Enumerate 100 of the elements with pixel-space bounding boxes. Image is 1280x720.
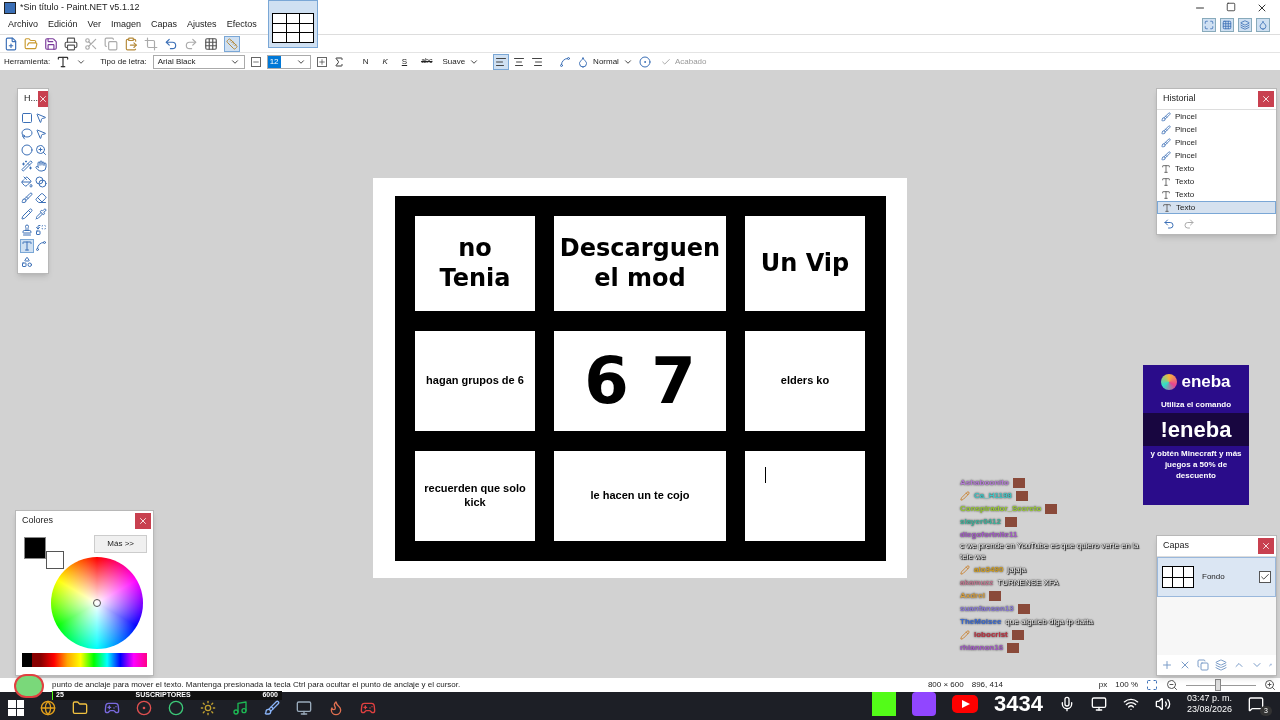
chat-username: diegofortnite11: [960, 529, 1018, 540]
handwritten-text: 6 7: [584, 342, 696, 420]
alignment-button[interactable]: [493, 53, 510, 70]
emote-icon: [1015, 490, 1028, 501]
close-button[interactable]: [1258, 91, 1274, 107]
font-dropdown[interactable]: Arial Black: [152, 54, 245, 69]
tool-button[interactable]: [20, 191, 34, 205]
history-item[interactable]: Pincel: [1157, 136, 1276, 149]
image-tab[interactable]: [268, 0, 318, 48]
ad-text: Utiliza el comando: [1160, 398, 1232, 411]
tool-button[interactable]: [20, 207, 34, 221]
hand-icon: [35, 160, 47, 172]
color-palette[interactable]: [22, 653, 147, 667]
tool-button[interactable]: [20, 143, 34, 157]
history-label: Texto: [1175, 188, 1195, 201]
tool-button[interactable]: [20, 127, 34, 141]
tool-button[interactable]: [20, 175, 34, 189]
taskbar-app-button[interactable]: [200, 700, 216, 716]
antialias-dropdown[interactable]: Suave: [442, 55, 480, 68]
history-item[interactable]: Texto: [1157, 188, 1276, 201]
secondary-color-swatch[interactable]: [46, 551, 64, 569]
layer-row[interactable]: Fondo: [1157, 557, 1276, 597]
redo-icon: [1183, 218, 1195, 230]
history-item[interactable]: Pincel: [1157, 149, 1276, 162]
taskbar-app-button[interactable]: [104, 700, 120, 716]
history-label: Texto: [1175, 175, 1195, 188]
taskbar-app-button[interactable]: [232, 700, 248, 716]
browser-icon: [40, 700, 56, 716]
start-icon[interactable]: [8, 700, 24, 716]
bold-button[interactable]: N: [358, 55, 373, 68]
chat-message: que alguieb diga tp datta: [1005, 616, 1093, 627]
blend-mode-dropdown[interactable]: Normal: [577, 55, 633, 68]
panel-toggle-button[interactable]: [1238, 18, 1252, 32]
taskbar-app-button[interactable]: [264, 700, 280, 716]
more-button[interactable]: Más >>: [94, 535, 147, 553]
notifications-icon: [1248, 696, 1264, 712]
font-size-field[interactable]: 12: [266, 54, 311, 69]
menu-item[interactable]: Efectos: [222, 18, 261, 32]
tool-button[interactable]: [34, 143, 48, 157]
clock-time: 03:47 p. m.: [1186, 692, 1232, 704]
tool-button[interactable]: [34, 207, 48, 221]
clock-date: 23/08/2026: [1186, 704, 1232, 716]
close-button[interactable]: [38, 91, 48, 107]
text-cursor: [765, 466, 766, 483]
taskbar-app-button[interactable]: [296, 700, 312, 716]
menu-item[interactable]: Ajustes: [183, 18, 221, 32]
taskbar-app-button[interactable]: [168, 700, 184, 716]
tool-button[interactable]: [34, 223, 48, 237]
close-button[interactable]: [1258, 538, 1274, 554]
handwritten-text: Descarguen el mod: [558, 233, 722, 293]
visibility-checkbox[interactable]: [1259, 571, 1271, 583]
tool-button[interactable]: [34, 111, 48, 125]
brush-icon: [1161, 137, 1171, 148]
printer-icon: [64, 36, 78, 51]
underline-button[interactable]: S: [397, 55, 412, 68]
history-item[interactable]: Texto: [1157, 162, 1276, 175]
panel-toggle-button[interactable]: [1220, 18, 1234, 32]
copy-icon: [104, 36, 118, 51]
menu-item[interactable]: Imagen: [107, 18, 146, 32]
panel-toggle-button[interactable]: [1256, 18, 1270, 32]
layer-action-button[interactable]: [1179, 659, 1191, 671]
history-item[interactable]: Pincel: [1157, 110, 1276, 123]
tool-button[interactable]: [20, 223, 34, 237]
tool-button[interactable]: [34, 159, 48, 173]
taskbar-app-button[interactable]: [328, 700, 344, 716]
history-item[interactable]: Texto: [1157, 175, 1276, 188]
zoom-icon: [35, 144, 47, 156]
menu-item[interactable]: Edición: [44, 18, 82, 32]
emote-icon: [1045, 503, 1058, 514]
rectangle-select-icon: [21, 112, 33, 124]
tool-button[interactable]: [20, 255, 34, 269]
close-icon: [1261, 541, 1271, 551]
taskbar-app-button[interactable]: [72, 700, 88, 716]
tool-button[interactable]: [34, 175, 48, 189]
tool-button[interactable]: [34, 239, 48, 253]
layer-action-button[interactable]: [1215, 659, 1227, 671]
panel-title: Colores: [22, 514, 53, 528]
taskbar-app-button[interactable]: [136, 700, 152, 716]
history-item[interactable]: Texto: [1157, 201, 1276, 214]
folder-icon: [72, 700, 88, 716]
unit-dropdown[interactable]: px: [1098, 679, 1108, 691]
tool-button[interactable]: [20, 239, 34, 253]
menu-item[interactable]: Capas: [147, 18, 182, 32]
zoom-slider[interactable]: [1186, 679, 1256, 691]
grid-icon: [1222, 20, 1232, 30]
emote-icon: [1004, 516, 1017, 527]
taskbar-app-button[interactable]: [40, 700, 56, 716]
primary-color-swatch[interactable]: [24, 537, 46, 559]
menu-item[interactable]: Archivo: [4, 18, 42, 32]
tool-button[interactable]: [20, 111, 34, 125]
paste-icon: [124, 36, 138, 51]
panel-toggle-button[interactable]: [1202, 18, 1216, 32]
italic-button[interactable]: K: [378, 55, 392, 68]
tool-button[interactable]: [34, 127, 48, 141]
ruler-toggle-button[interactable]: [224, 35, 240, 52]
tool-button[interactable]: [20, 159, 34, 173]
close-button[interactable]: [135, 513, 151, 529]
tool-button[interactable]: [34, 191, 48, 205]
menu-item[interactable]: Ver: [83, 18, 106, 32]
history-item[interactable]: Pincel: [1157, 123, 1276, 136]
